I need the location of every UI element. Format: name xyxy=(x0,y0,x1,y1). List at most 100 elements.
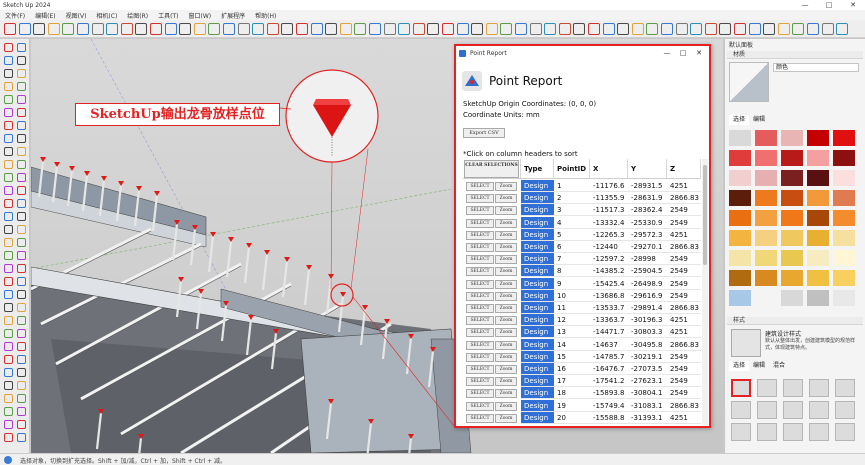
select-button[interactable]: SELECT xyxy=(466,328,494,338)
zoom-button[interactable]: Zoom xyxy=(495,352,517,362)
toolbar-tool-icon[interactable] xyxy=(296,23,308,35)
menu-extensions[interactable]: 扩展程序 xyxy=(216,11,250,20)
style-thumbnail[interactable] xyxy=(783,423,803,441)
toolbar-tool-icon[interactable] xyxy=(836,23,849,35)
color-swatch[interactable] xyxy=(755,290,777,306)
palette-tool-icon[interactable] xyxy=(4,407,13,416)
toolbar-tool-icon[interactable] xyxy=(675,23,688,35)
palette-tool-icon[interactable] xyxy=(4,368,13,377)
palette-tool-icon[interactable] xyxy=(17,316,26,325)
toolbar-tool-icon[interactable] xyxy=(646,23,659,35)
zoom-button[interactable]: Zoom xyxy=(495,413,517,423)
toolbar-tool-icon[interactable] xyxy=(631,23,644,35)
palette-tool-icon[interactable] xyxy=(4,394,13,403)
color-swatch[interactable] xyxy=(755,270,777,286)
color-swatch[interactable] xyxy=(833,130,855,146)
table-scrollbar[interactable] xyxy=(702,159,708,425)
toolbar-tool-icon[interactable] xyxy=(661,23,673,35)
palette-tool-icon[interactable] xyxy=(4,95,13,104)
style-thumbnail[interactable] xyxy=(835,379,855,397)
palette-tool-icon[interactable] xyxy=(4,56,13,65)
toolbar-tool-icon[interactable] xyxy=(383,23,396,35)
color-swatch[interactable] xyxy=(755,150,777,166)
toolbar-tool-icon[interactable] xyxy=(690,23,703,35)
dialog-minimize-button[interactable]: — xyxy=(659,46,675,61)
toolbar-tool-icon[interactable] xyxy=(777,23,790,35)
toolbar-tool-icon[interactable] xyxy=(544,23,557,35)
header-x[interactable]: X xyxy=(590,159,628,179)
palette-tool-icon[interactable] xyxy=(4,420,13,429)
select-button[interactable]: SELECT xyxy=(466,413,494,423)
toolbar-tool-icon[interactable] xyxy=(18,23,31,35)
header-z[interactable]: Z xyxy=(667,159,701,179)
header-point-id[interactable]: PointID xyxy=(554,159,590,179)
color-swatch[interactable] xyxy=(833,270,855,286)
color-swatch[interactable] xyxy=(781,250,803,266)
color-swatch[interactable] xyxy=(833,230,855,246)
color-swatch[interactable] xyxy=(807,190,829,206)
color-swatch[interactable] xyxy=(781,190,803,206)
menu-view[interactable]: 视图(V) xyxy=(61,11,92,20)
zoom-button[interactable]: Zoom xyxy=(495,401,517,411)
toolbar-tool-icon[interactable] xyxy=(573,23,586,35)
palette-tool-icon[interactable] xyxy=(17,381,26,390)
palette-tool-icon[interactable] xyxy=(17,56,26,65)
toolbar-tool-icon[interactable] xyxy=(369,23,381,35)
color-swatch[interactable] xyxy=(729,210,751,226)
select-button[interactable]: SELECT xyxy=(466,243,494,252)
select-button[interactable]: SELECT xyxy=(466,365,494,374)
toolbar-tool-icon[interactable] xyxy=(237,23,250,35)
toolbar-tool-icon[interactable] xyxy=(412,23,425,35)
zoom-button[interactable]: Zoom xyxy=(495,328,517,338)
palette-tool-icon[interactable] xyxy=(4,316,13,325)
select-button[interactable]: SELECT xyxy=(466,389,494,399)
palette-tool-icon[interactable] xyxy=(17,82,26,91)
zoom-button[interactable]: Zoom xyxy=(495,291,517,301)
toolbar-tool-icon[interactable] xyxy=(179,23,192,35)
material-name-field[interactable]: 颜色 xyxy=(773,63,859,72)
palette-tool-icon[interactable] xyxy=(17,225,26,234)
toolbar-tool-icon[interactable] xyxy=(339,23,352,35)
palette-tool-icon[interactable] xyxy=(17,407,26,416)
styles-tab-mix[interactable]: 混合 xyxy=(769,361,789,371)
toolbar-tool-icon[interactable] xyxy=(442,23,454,35)
palette-tool-icon[interactable] xyxy=(17,290,26,299)
maximize-button[interactable]: □ xyxy=(817,0,841,10)
palette-tool-icon[interactable] xyxy=(17,342,26,351)
palette-tool-icon[interactable] xyxy=(17,134,26,143)
toolbar-tool-icon[interactable] xyxy=(33,23,46,35)
palette-tool-icon[interactable] xyxy=(17,121,26,130)
tab-edit[interactable]: 编辑 xyxy=(749,115,769,125)
dialog-close-button[interactable]: ✕ xyxy=(691,46,707,61)
select-button[interactable]: SELECT xyxy=(466,340,494,350)
zoom-button[interactable]: Zoom xyxy=(495,243,517,252)
materials-panel-header[interactable]: 材质 xyxy=(727,51,863,59)
palette-tool-icon[interactable] xyxy=(17,43,26,52)
select-button[interactable]: SELECT xyxy=(466,218,494,228)
toolbar-tool-icon[interactable] xyxy=(252,23,265,35)
select-button[interactable]: SELECT xyxy=(466,401,494,411)
palette-tool-icon[interactable] xyxy=(4,43,13,52)
style-thumbnail[interactable] xyxy=(809,423,829,441)
palette-tool-icon[interactable] xyxy=(17,147,26,156)
style-thumbnail[interactable] xyxy=(731,401,751,419)
toolbar-tool-icon[interactable] xyxy=(529,23,542,35)
toolbar-tool-icon[interactable] xyxy=(354,23,367,35)
styles-tab-select[interactable]: 选择 xyxy=(729,361,750,371)
color-swatch[interactable] xyxy=(781,210,803,226)
style-thumbnail[interactable] xyxy=(731,379,751,397)
clear-selections-button[interactable]: CLEAR SELECTIONS xyxy=(464,160,519,178)
toolbar-tool-icon[interactable] xyxy=(427,23,440,35)
toolbar-tool-icon[interactable] xyxy=(281,23,294,35)
palette-tool-icon[interactable] xyxy=(17,433,26,442)
palette-tool-icon[interactable] xyxy=(4,355,13,364)
dialog-maximize-button[interactable]: □ xyxy=(675,46,691,61)
color-swatch[interactable] xyxy=(729,290,751,306)
header-y[interactable]: Y xyxy=(628,159,667,179)
color-swatch[interactable] xyxy=(755,190,777,206)
palette-tool-icon[interactable] xyxy=(17,238,26,247)
palette-tool-icon[interactable] xyxy=(4,160,13,169)
toolbar-tool-icon[interactable] xyxy=(135,23,148,35)
toolbar-tool-icon[interactable] xyxy=(4,23,16,35)
palette-tool-icon[interactable] xyxy=(4,381,13,390)
